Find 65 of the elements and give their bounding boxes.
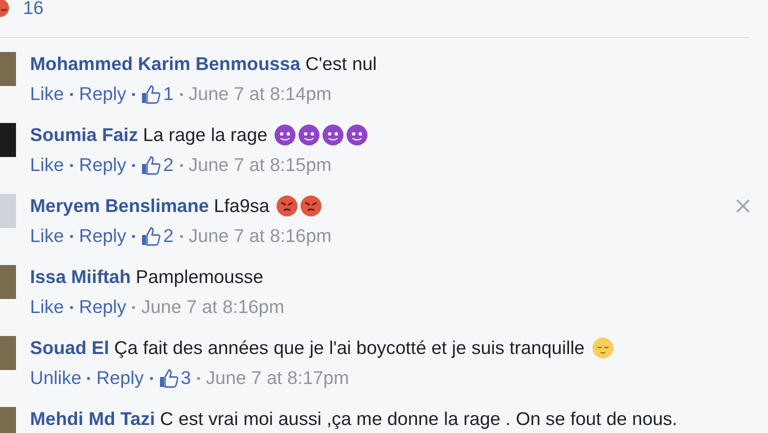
like-count[interactable]: 3 <box>180 367 192 389</box>
avatar-photo-placeholder[interactable] <box>0 336 16 370</box>
comment-text: Pamplemousse <box>136 266 264 288</box>
angry-emoji-icon <box>300 195 322 217</box>
thumbs-up-icon[interactable] <box>141 155 162 175</box>
thumbs-up-icon[interactable] <box>158 368 179 388</box>
like-count[interactable]: 1 <box>163 83 174 105</box>
comment-author[interactable]: Mehdi Md Tazi <box>30 408 156 430</box>
avatar-photo-placeholder[interactable] <box>0 52 16 86</box>
separator-dot <box>180 164 183 166</box>
reaction-count[interactable]: 16 <box>23 0 44 19</box>
like-count[interactable]: 2 <box>163 225 174 247</box>
comment-author[interactable]: Meryem Benslimane <box>30 195 209 217</box>
devil-emoji-icon <box>298 124 320 146</box>
action-link[interactable]: Unlike <box>30 367 82 389</box>
action-link[interactable]: Like <box>30 296 64 318</box>
separator-dot <box>132 306 136 308</box>
default-avatar[interactable] <box>0 194 16 228</box>
separator-dot <box>70 234 73 238</box>
separator-dot <box>132 234 136 238</box>
relieved-emoji-icon <box>592 337 614 359</box>
comment-text: Lfa9sa <box>214 195 270 217</box>
action-link[interactable]: Like <box>30 154 64 176</box>
separator-dot <box>132 164 136 166</box>
comment-text: C est vrai moi aussi ,ça me donne la rage . On se fout de nous. <box>160 408 678 430</box>
separator-dot <box>70 306 73 308</box>
action-link[interactable]: Reply <box>78 154 126 176</box>
comment-text: C'est nul <box>305 53 377 75</box>
separator-dot <box>70 92 73 96</box>
avatar-photo-placeholder[interactable] <box>0 407 16 433</box>
thumbs-up-icon[interactable] <box>141 84 162 104</box>
comment-time[interactable]: June 7 at 8:17pm <box>206 367 349 389</box>
comment-author[interactable]: Mohammed Karim Benmoussa <box>30 53 300 75</box>
like-count[interactable]: 2 <box>163 154 174 176</box>
avatar-photo-placeholder[interactable] <box>0 123 16 157</box>
action-link[interactable]: Reply <box>96 367 144 389</box>
comment-author[interactable]: Souad El <box>30 337 110 359</box>
action-link[interactable]: Reply <box>78 225 126 247</box>
comment-time[interactable]: June 7 at 8:15pm <box>188 154 332 176</box>
comment-time[interactable]: June 7 at 8:16pm <box>141 296 284 318</box>
close-icon[interactable] <box>736 199 750 213</box>
action-link[interactable]: Reply <box>78 83 126 105</box>
devil-emoji-icon <box>322 124 344 146</box>
separator-dot <box>180 234 183 238</box>
avatar-photo-placeholder[interactable] <box>0 265 16 299</box>
separator-dot <box>197 376 200 380</box>
angry-face-icon <box>0 0 9 17</box>
thumbs-up-icon[interactable] <box>141 226 162 246</box>
comment-time[interactable]: June 7 at 8:16pm <box>188 225 332 247</box>
comment-author[interactable]: Soumia Faiz <box>30 124 138 146</box>
separator-dot <box>87 376 90 380</box>
devil-emoji-icon <box>274 124 296 146</box>
separator-dot <box>70 164 73 166</box>
separator-dot <box>132 92 136 96</box>
action-link[interactable]: Like <box>30 225 64 247</box>
separator-dot <box>180 92 183 96</box>
comment-text: Ça fait des années que je l'ai boycotté et je suis tranquille <box>114 337 585 359</box>
separator-dot <box>150 376 153 380</box>
comment-author[interactable]: Issa Miiftah <box>30 266 131 288</box>
angry-emoji-icon <box>276 195 298 217</box>
action-link[interactable]: Reply <box>78 296 126 318</box>
action-link[interactable]: Like <box>30 83 64 105</box>
comment-text: La rage la rage <box>142 124 268 146</box>
comment-time[interactable]: June 7 at 8:14pm <box>188 83 332 105</box>
devil-emoji-icon <box>346 124 368 146</box>
